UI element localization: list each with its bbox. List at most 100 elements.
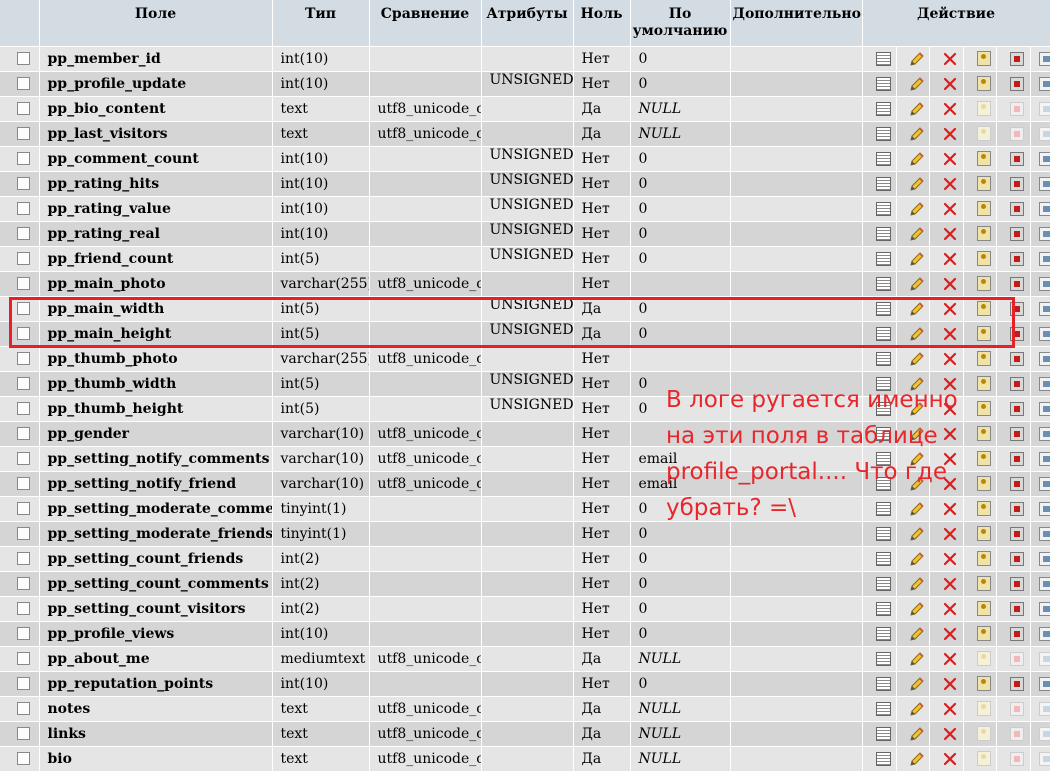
action-primary[interactable] <box>963 171 997 197</box>
drop-icon[interactable] <box>942 751 958 767</box>
action-index[interactable] <box>1030 146 1050 172</box>
action-index[interactable] <box>1030 121 1050 147</box>
index-icon[interactable] <box>1038 276 1049 291</box>
action-unique[interactable] <box>996 621 1031 647</box>
primary-key-icon[interactable] <box>976 101 991 116</box>
browse-icon[interactable] <box>875 101 891 116</box>
action-primary[interactable] <box>963 721 997 747</box>
index-icon[interactable] <box>1038 351 1049 366</box>
action-edit[interactable] <box>896 221 930 247</box>
action-primary[interactable] <box>963 696 997 722</box>
edit-icon[interactable] <box>909 626 925 642</box>
edit-icon[interactable] <box>909 526 925 542</box>
action-drop[interactable] <box>929 121 964 147</box>
edit-icon[interactable] <box>909 326 925 342</box>
action-index[interactable] <box>1030 46 1050 72</box>
action-edit[interactable] <box>896 71 930 97</box>
action-unique[interactable] <box>996 746 1031 772</box>
action-index[interactable] <box>1030 71 1050 97</box>
action-edit[interactable] <box>896 271 930 297</box>
action-edit[interactable] <box>896 321 930 347</box>
action-index[interactable] <box>1030 621 1050 647</box>
action-edit[interactable] <box>896 596 930 622</box>
edit-icon[interactable] <box>909 251 925 267</box>
action-drop[interactable] <box>929 246 964 272</box>
row-checkbox[interactable] <box>16 677 30 690</box>
action-drop[interactable] <box>929 546 964 572</box>
primary-key-icon[interactable] <box>976 201 991 216</box>
row-checkbox[interactable] <box>16 627 30 640</box>
unique-icon[interactable] <box>1010 301 1024 316</box>
index-icon[interactable] <box>1038 601 1049 616</box>
action-unique[interactable] <box>996 346 1031 372</box>
action-browse[interactable] <box>862 671 897 697</box>
action-browse[interactable] <box>862 721 897 747</box>
action-browse[interactable] <box>862 596 897 622</box>
row-checkbox[interactable] <box>16 577 30 590</box>
action-browse[interactable] <box>862 296 897 322</box>
index-icon[interactable] <box>1038 626 1049 641</box>
browse-icon[interactable] <box>875 326 891 341</box>
browse-icon[interactable] <box>875 251 891 266</box>
unique-icon[interactable] <box>1010 701 1024 716</box>
action-drop[interactable] <box>929 721 964 747</box>
action-primary[interactable] <box>963 596 997 622</box>
browse-icon[interactable] <box>875 201 891 216</box>
browse-icon[interactable] <box>875 601 891 616</box>
unique-icon[interactable] <box>1010 626 1024 641</box>
row-checkbox[interactable] <box>16 502 30 515</box>
primary-key-icon[interactable] <box>976 751 991 766</box>
header-default[interactable]: По умолчанию <box>630 0 731 47</box>
row-checkbox[interactable] <box>16 527 30 540</box>
primary-key-icon[interactable] <box>976 326 991 341</box>
action-browse[interactable] <box>862 271 897 297</box>
action-unique[interactable] <box>996 671 1031 697</box>
unique-icon[interactable] <box>1010 251 1024 266</box>
action-primary[interactable] <box>963 746 997 772</box>
index-icon[interactable] <box>1038 176 1049 191</box>
action-primary[interactable] <box>963 221 997 247</box>
action-drop[interactable] <box>929 671 964 697</box>
action-drop[interactable] <box>929 46 964 72</box>
edit-icon[interactable] <box>909 301 925 317</box>
browse-icon[interactable] <box>875 276 891 291</box>
index-icon[interactable] <box>1038 701 1049 716</box>
drop-icon[interactable] <box>942 276 958 292</box>
row-checkbox[interactable] <box>16 602 30 615</box>
index-icon[interactable] <box>1038 201 1049 216</box>
action-browse[interactable] <box>862 71 897 97</box>
action-edit[interactable] <box>896 746 930 772</box>
row-checkbox[interactable] <box>16 727 30 740</box>
row-checkbox[interactable] <box>16 402 30 415</box>
unique-icon[interactable] <box>1010 101 1024 116</box>
edit-icon[interactable] <box>909 651 925 667</box>
action-browse[interactable] <box>862 646 897 672</box>
row-checkbox[interactable] <box>16 352 30 365</box>
row-checkbox[interactable] <box>16 377 30 390</box>
browse-icon[interactable] <box>875 651 891 666</box>
browse-icon[interactable] <box>875 726 891 741</box>
drop-icon[interactable] <box>942 251 958 267</box>
action-edit[interactable] <box>896 346 930 372</box>
edit-icon[interactable] <box>909 726 925 742</box>
browse-icon[interactable] <box>875 351 891 366</box>
action-primary[interactable] <box>963 571 997 597</box>
row-checkbox[interactable] <box>16 77 30 90</box>
browse-icon[interactable] <box>875 126 891 141</box>
index-icon[interactable] <box>1038 226 1049 241</box>
drop-icon[interactable] <box>942 301 958 317</box>
unique-icon[interactable] <box>1010 76 1024 91</box>
action-unique[interactable] <box>996 46 1031 72</box>
drop-icon[interactable] <box>942 176 958 192</box>
unique-icon[interactable] <box>1010 526 1024 541</box>
action-edit[interactable] <box>896 646 930 672</box>
action-primary[interactable] <box>963 321 997 347</box>
row-checkbox[interactable] <box>16 752 30 765</box>
primary-key-icon[interactable] <box>976 176 991 191</box>
unique-icon[interactable] <box>1010 226 1024 241</box>
row-checkbox[interactable] <box>16 302 30 315</box>
unique-icon[interactable] <box>1010 276 1024 291</box>
edit-icon[interactable] <box>909 51 925 67</box>
edit-icon[interactable] <box>909 551 925 567</box>
row-checkbox[interactable] <box>16 152 30 165</box>
